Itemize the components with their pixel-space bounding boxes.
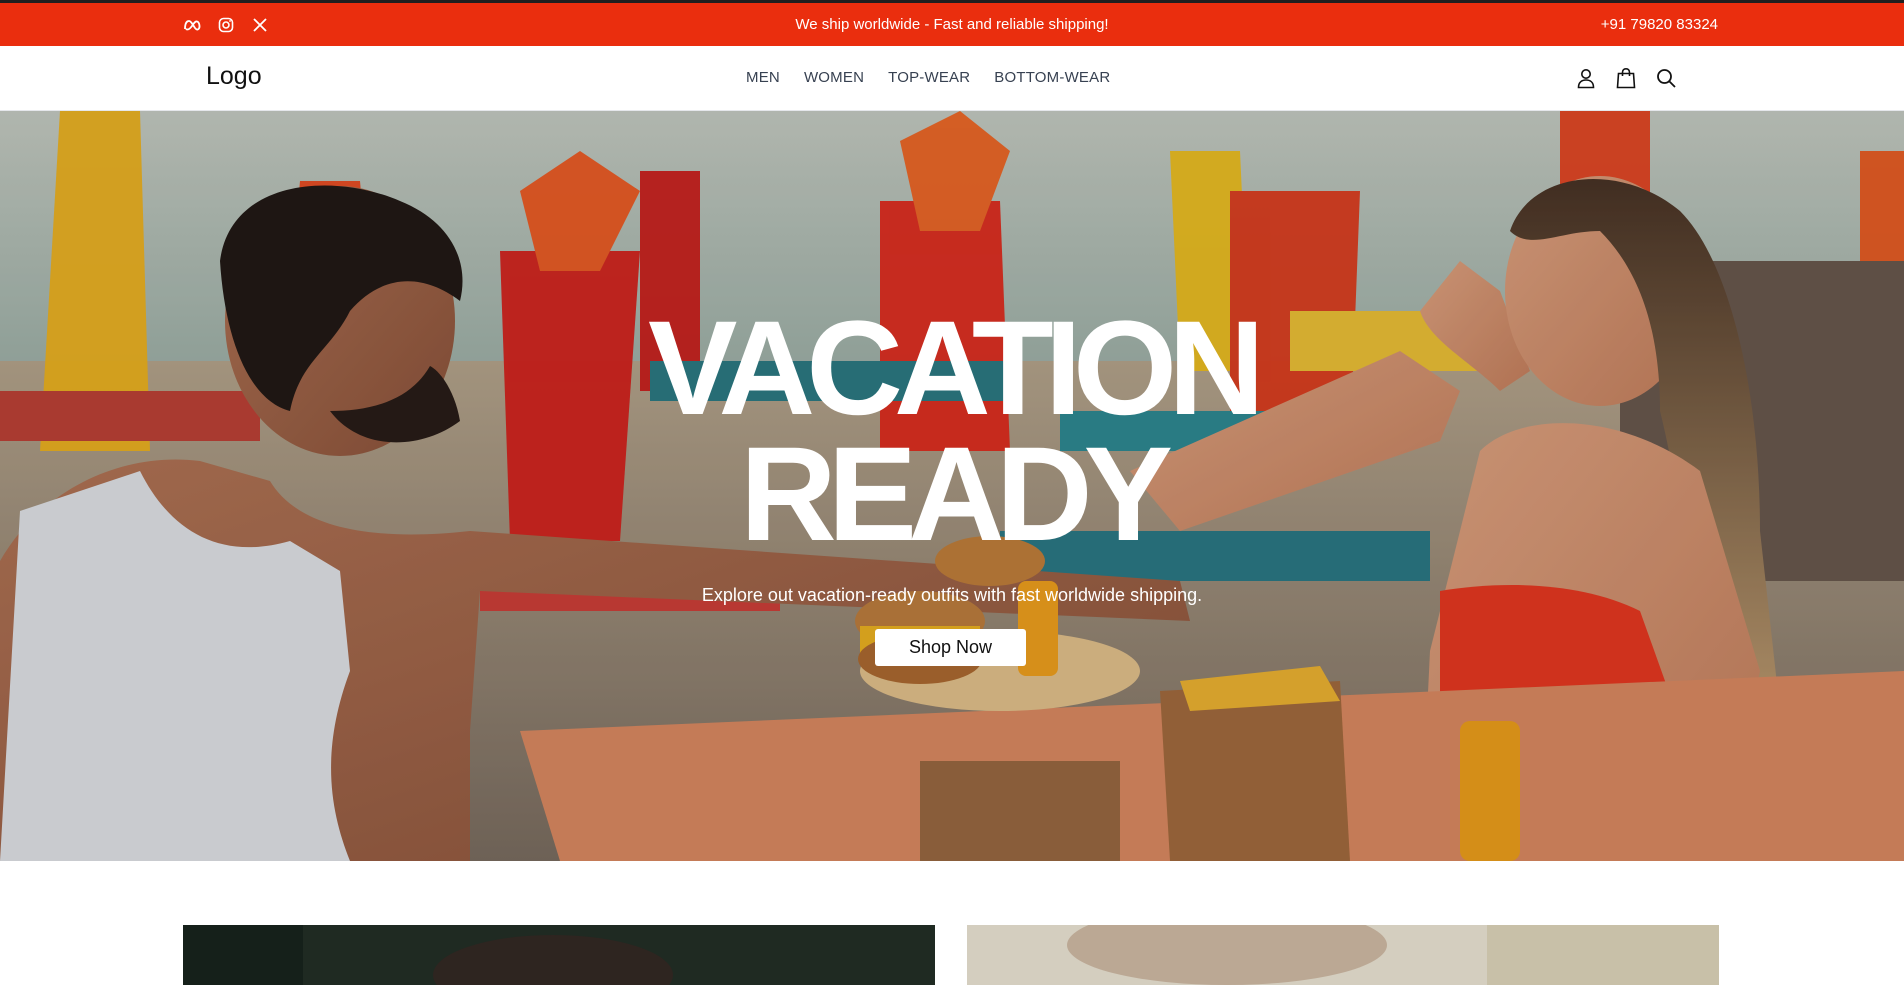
nav-link-women[interactable]: WOMEN [804,69,864,86]
nav-actions [1574,65,1678,91]
collections-section [0,861,1904,985]
user-icon[interactable] [1574,65,1598,91]
nav-link-men[interactable]: MEN [746,69,780,86]
site-logo[interactable]: Logo [206,62,262,91]
hero-content: VACATION READY Explore out vacation-read… [0,111,1904,861]
phone-number[interactable]: +91 79820 83324 [1601,16,1718,33]
shop-now-button[interactable]: Shop Now [875,629,1026,666]
shopping-bag-icon[interactable] [1614,65,1638,91]
hero-title-line-1: VACATION [648,294,1265,443]
announcement-bar: We ship worldwide - Fast and reliable sh… [0,0,1904,46]
main-navbar: Logo MEN WOMEN TOP-WEAR BOTTOM-WEAR [0,46,1904,111]
hero-subtitle: Explore out vacation-ready outfits with … [701,585,1203,605]
primary-nav: MEN WOMEN TOP-WEAR BOTTOM-WEAR [746,69,1110,86]
hero-banner: VACATION READY Explore out vacation-read… [0,111,1904,861]
search-icon[interactable] [1654,65,1678,91]
hero-title-line-2: READY [739,420,1173,569]
nav-link-top-wear[interactable]: TOP-WEAR [888,69,970,86]
women-collection-image[interactable] [967,925,1719,985]
hero-title: VACATION READY [0,294,1904,569]
nav-link-bottom-wear[interactable]: BOTTOM-WEAR [994,69,1110,86]
men-collection-image[interactable] [183,925,935,985]
